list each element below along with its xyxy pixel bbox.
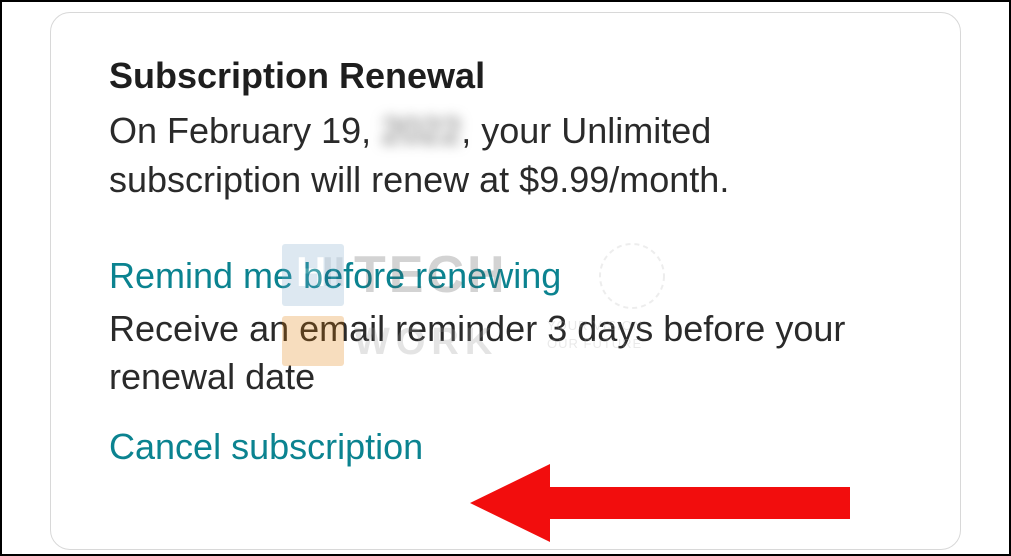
- section-heading: Subscription Renewal: [109, 55, 902, 97]
- renewal-message: On February 19, 2022, your Unlimited sub…: [109, 107, 902, 204]
- renewal-prefix: On February 19,: [109, 110, 381, 151]
- remind-block: Remind me before renewing: [109, 252, 902, 301]
- remind-link[interactable]: Remind me before renewing: [109, 252, 561, 301]
- cancel-subscription-link[interactable]: Cancel subscription: [109, 426, 423, 468]
- red-arrow-annotation: [470, 464, 850, 542]
- cancel-block: Cancel subscription: [109, 426, 902, 468]
- renewal-year-redacted: 2022: [381, 107, 461, 156]
- remind-description: Receive an email reminder 3 days before …: [109, 305, 902, 402]
